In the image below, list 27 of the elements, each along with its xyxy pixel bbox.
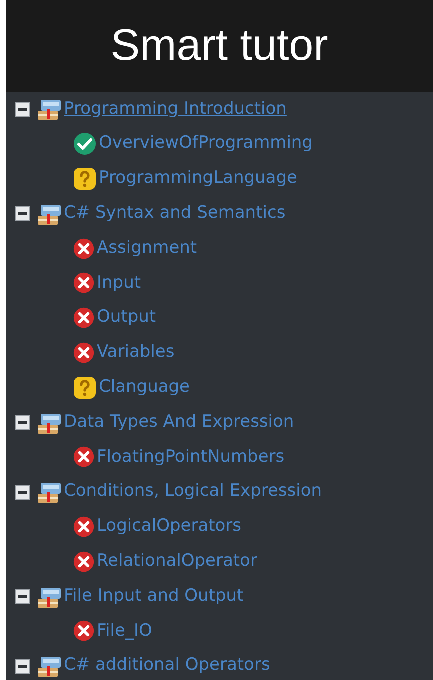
lesson-link[interactable]: FloatingPointNumbers (97, 444, 285, 470)
lesson-link[interactable]: Clanguage (99, 375, 190, 401)
collapse-icon[interactable] (15, 415, 30, 430)
collapse-icon[interactable] (15, 658, 30, 674)
lesson-link[interactable]: Assignment (97, 236, 198, 262)
lesson-link[interactable]: File_IO (97, 618, 152, 644)
collapse-icon[interactable] (15, 484, 30, 500)
lesson-link[interactable]: ProgrammingLanguage (99, 166, 298, 192)
lesson-link[interactable]: RelationalOperator (97, 549, 258, 574)
app-title: Smart tutor (110, 20, 328, 72)
collapse-icon[interactable] (15, 589, 30, 604)
collapse-icon[interactable] (15, 102, 30, 117)
collapse-icon[interactable] (15, 206, 30, 222)
lesson-link[interactable]: Input (97, 270, 142, 296)
topic-link[interactable]: Programming Introduction (64, 96, 287, 122)
book-stack-icon (37, 97, 63, 122)
lesson-link[interactable]: Variables (97, 340, 175, 366)
book-stack-icon (37, 654, 63, 678)
topic-link[interactable]: File Input and Output (64, 584, 244, 610)
book-stack-icon (37, 480, 63, 504)
topic-link[interactable]: C# Syntax and Semantics (64, 201, 286, 227)
topic-link[interactable]: C# additional Operators (64, 653, 270, 679)
lesson-link[interactable]: Output (97, 305, 156, 331)
topic-link[interactable]: Data Types And Expression (64, 410, 294, 436)
lesson-link[interactable]: LogicalOperators (97, 514, 242, 540)
lesson-link[interactable]: OverviewOfProgramming (99, 131, 313, 157)
topic-link[interactable]: Conditions, Logical Expression (64, 479, 322, 505)
